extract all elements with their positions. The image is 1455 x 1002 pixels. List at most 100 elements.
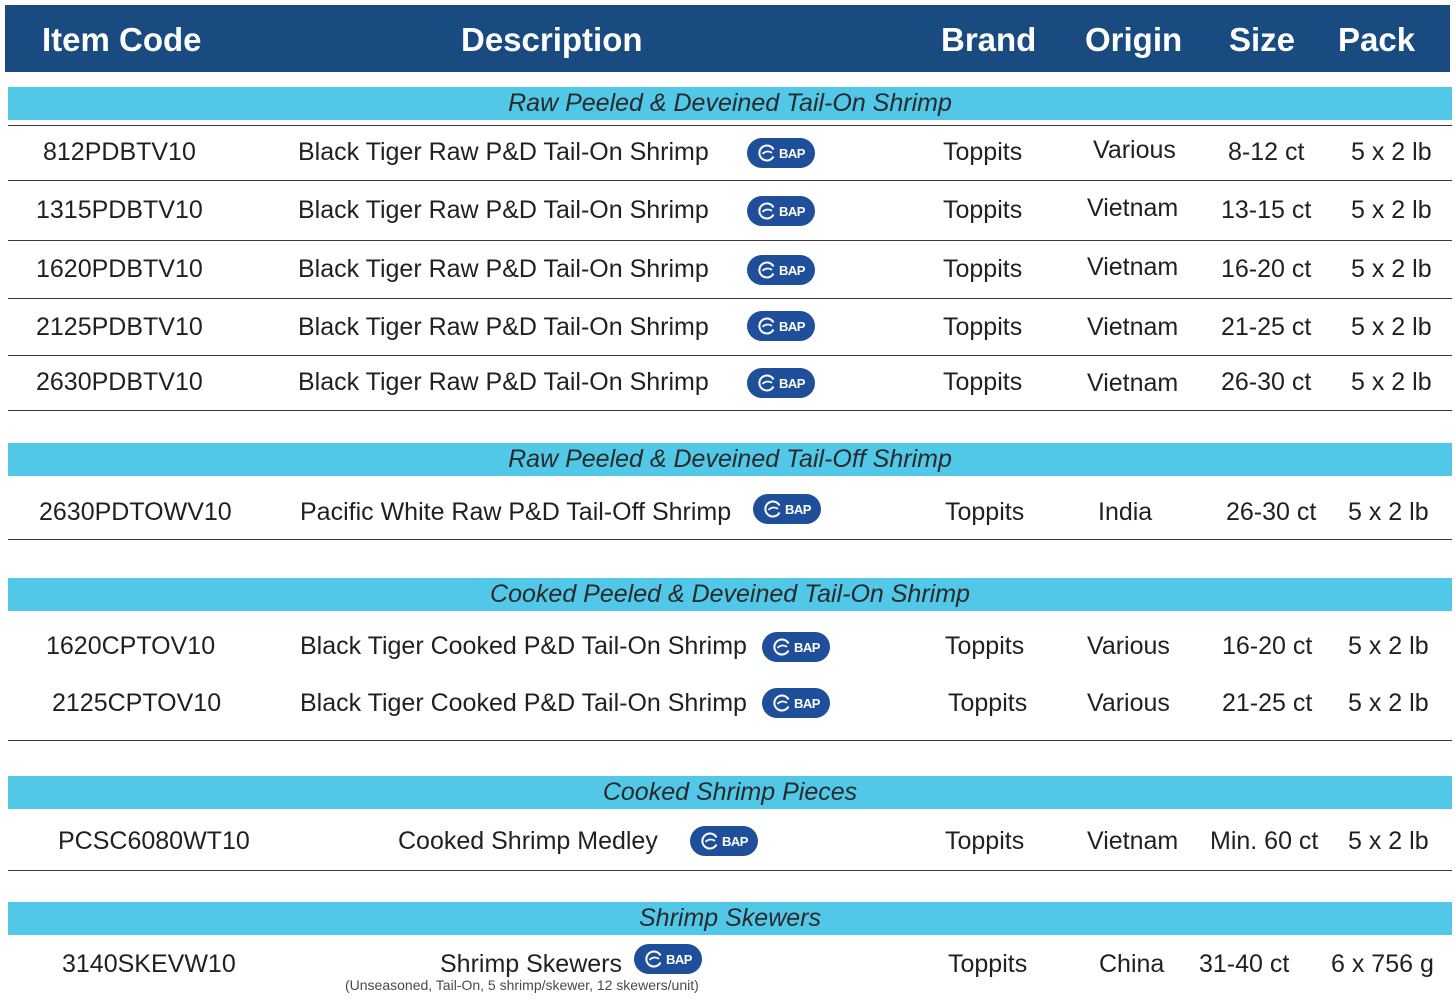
item-brand: Toppits xyxy=(943,196,1023,224)
item-origin: China xyxy=(1099,950,1165,978)
item-code: 1620CPTOV10 xyxy=(46,632,216,660)
item-brand: Toppits xyxy=(948,950,1028,978)
bap-certified-icon xyxy=(773,638,790,656)
item-origin: Vietnam xyxy=(1087,369,1179,397)
bap-text: BAP xyxy=(779,318,805,334)
row-divider xyxy=(8,410,1452,411)
item-brand: Toppits xyxy=(945,827,1025,855)
bap-text: BAP xyxy=(722,833,748,849)
item-description: Cooked Shrimp Medley xyxy=(398,827,658,855)
item-size: 8-12 ct xyxy=(1228,138,1305,166)
bap-badge: BAP xyxy=(747,368,815,398)
item-code: 2630PDTOWV10 xyxy=(39,498,232,526)
section-title: Raw Peeled & Deveined Tail-On Shrimp xyxy=(8,87,1452,120)
item-code: 2125CPTOV10 xyxy=(52,689,222,717)
item-brand: Toppits xyxy=(943,313,1023,341)
bap-certified-icon xyxy=(773,694,790,712)
row-divider xyxy=(8,355,1452,356)
table-header: Item Code Description Brand Origin Size … xyxy=(5,5,1450,72)
header-size: Size xyxy=(1229,21,1296,58)
bap-badge: BAP xyxy=(762,688,830,718)
bap-badge: BAP xyxy=(634,944,702,974)
item-size: Min. 60 ct xyxy=(1210,827,1319,855)
bap-text: BAP xyxy=(785,501,811,517)
item-size: 21-25 ct xyxy=(1221,313,1312,341)
item-size: 26-30 ct xyxy=(1221,368,1312,396)
item-description: Black Tiger Cooked P&D Tail-On Shrimp xyxy=(300,689,747,717)
row-divider xyxy=(8,539,1452,540)
bap-text: BAP xyxy=(779,375,805,391)
item-description: Black Tiger Cooked P&D Tail-On Shrimp xyxy=(300,632,747,660)
item-pack: 5 x 2 lb xyxy=(1348,498,1429,526)
item-origin: India xyxy=(1098,498,1153,526)
item-description: Black Tiger Raw P&D Tail-On Shrimp xyxy=(298,255,709,283)
header-item-code: Item Code xyxy=(42,21,202,58)
item-brand: Toppits xyxy=(943,138,1023,166)
item-code: 812PDBTV10 xyxy=(43,138,196,166)
row-divider xyxy=(8,298,1452,299)
row-divider xyxy=(8,125,1452,126)
item-origin: Vietnam xyxy=(1087,313,1179,341)
item-note: (Unseasoned, Tail-On, 5 shrimp/skewer, 1… xyxy=(345,977,699,993)
item-origin: Various xyxy=(1087,632,1170,660)
row-divider xyxy=(8,740,1452,741)
item-size: 31-40 ct xyxy=(1199,950,1290,978)
bap-text: BAP xyxy=(779,262,805,278)
bap-text: BAP xyxy=(779,203,805,219)
section-title: Raw Peeled & Deveined Tail-Off Shrimp xyxy=(8,443,1452,476)
header-origin: Origin xyxy=(1085,21,1183,58)
item-origin: Various xyxy=(1087,689,1170,717)
item-code: 1315PDBTV10 xyxy=(36,196,203,224)
header-brand: Brand xyxy=(941,21,1037,58)
item-description: Pacific White Raw P&D Tail-Off Shrimp xyxy=(300,498,732,526)
section-title: Cooked Shrimp Pieces xyxy=(8,776,1452,809)
bap-badge: BAP xyxy=(747,311,815,341)
item-pack: 5 x 2 lb xyxy=(1351,255,1432,283)
item-brand: Toppits xyxy=(943,255,1023,283)
bap-certified-icon xyxy=(764,500,781,518)
header-description: Description xyxy=(461,21,643,58)
item-brand: Toppits xyxy=(943,368,1023,396)
item-code: 1620PDBTV10 xyxy=(36,255,203,283)
item-origin: Various xyxy=(1093,136,1176,164)
bap-badge: BAP xyxy=(753,494,821,524)
bap-certified-icon xyxy=(758,317,775,335)
bap-badge: BAP xyxy=(747,255,815,285)
item-code: 2125PDBTV10 xyxy=(36,313,203,341)
item-description: Black Tiger Raw P&D Tail-On Shrimp xyxy=(298,368,709,396)
item-size: 26-30 ct xyxy=(1226,498,1317,526)
header-pack: Pack xyxy=(1338,21,1416,58)
row-divider xyxy=(8,180,1452,181)
item-size: 16-20 ct xyxy=(1222,632,1313,660)
item-origin: Vietnam xyxy=(1087,194,1179,222)
bap-certified-icon xyxy=(645,950,662,968)
item-description: Black Tiger Raw P&D Tail-On Shrimp xyxy=(298,196,709,224)
item-pack: 5 x 2 lb xyxy=(1351,196,1432,224)
bap-text: BAP xyxy=(666,951,692,967)
bap-certified-icon xyxy=(758,144,775,162)
item-origin: Vietnam xyxy=(1087,827,1179,855)
bap-certified-icon xyxy=(758,202,775,220)
item-description: Shrimp Skewers xyxy=(440,950,622,978)
bap-badge: BAP xyxy=(747,138,815,168)
item-pack: 5 x 2 lb xyxy=(1351,313,1432,341)
row-divider xyxy=(8,870,1452,871)
item-size: 13-15 ct xyxy=(1221,196,1312,224)
item-description: Black Tiger Raw P&D Tail-On Shrimp xyxy=(298,138,709,166)
item-pack: 6 x 756 g xyxy=(1331,950,1434,978)
bap-badge: BAP xyxy=(762,632,830,662)
section-title: Cooked Peeled & Deveined Tail-On Shrimp xyxy=(8,578,1452,611)
bap-text: BAP xyxy=(794,695,820,711)
item-size: 21-25 ct xyxy=(1222,689,1313,717)
item-pack: 5 x 2 lb xyxy=(1348,689,1429,717)
item-origin: Vietnam xyxy=(1087,253,1179,281)
bap-certified-icon xyxy=(758,374,775,392)
section-title: Shrimp Skewers xyxy=(8,902,1452,935)
item-code: PCSC6080WT10 xyxy=(58,827,250,855)
bap-badge: BAP xyxy=(690,826,758,856)
item-pack: 5 x 2 lb xyxy=(1351,368,1432,396)
item-pack: 5 x 2 lb xyxy=(1351,138,1432,166)
bap-text: BAP xyxy=(779,145,805,161)
bap-certified-icon xyxy=(758,261,775,279)
item-size: 16-20 ct xyxy=(1221,255,1312,283)
